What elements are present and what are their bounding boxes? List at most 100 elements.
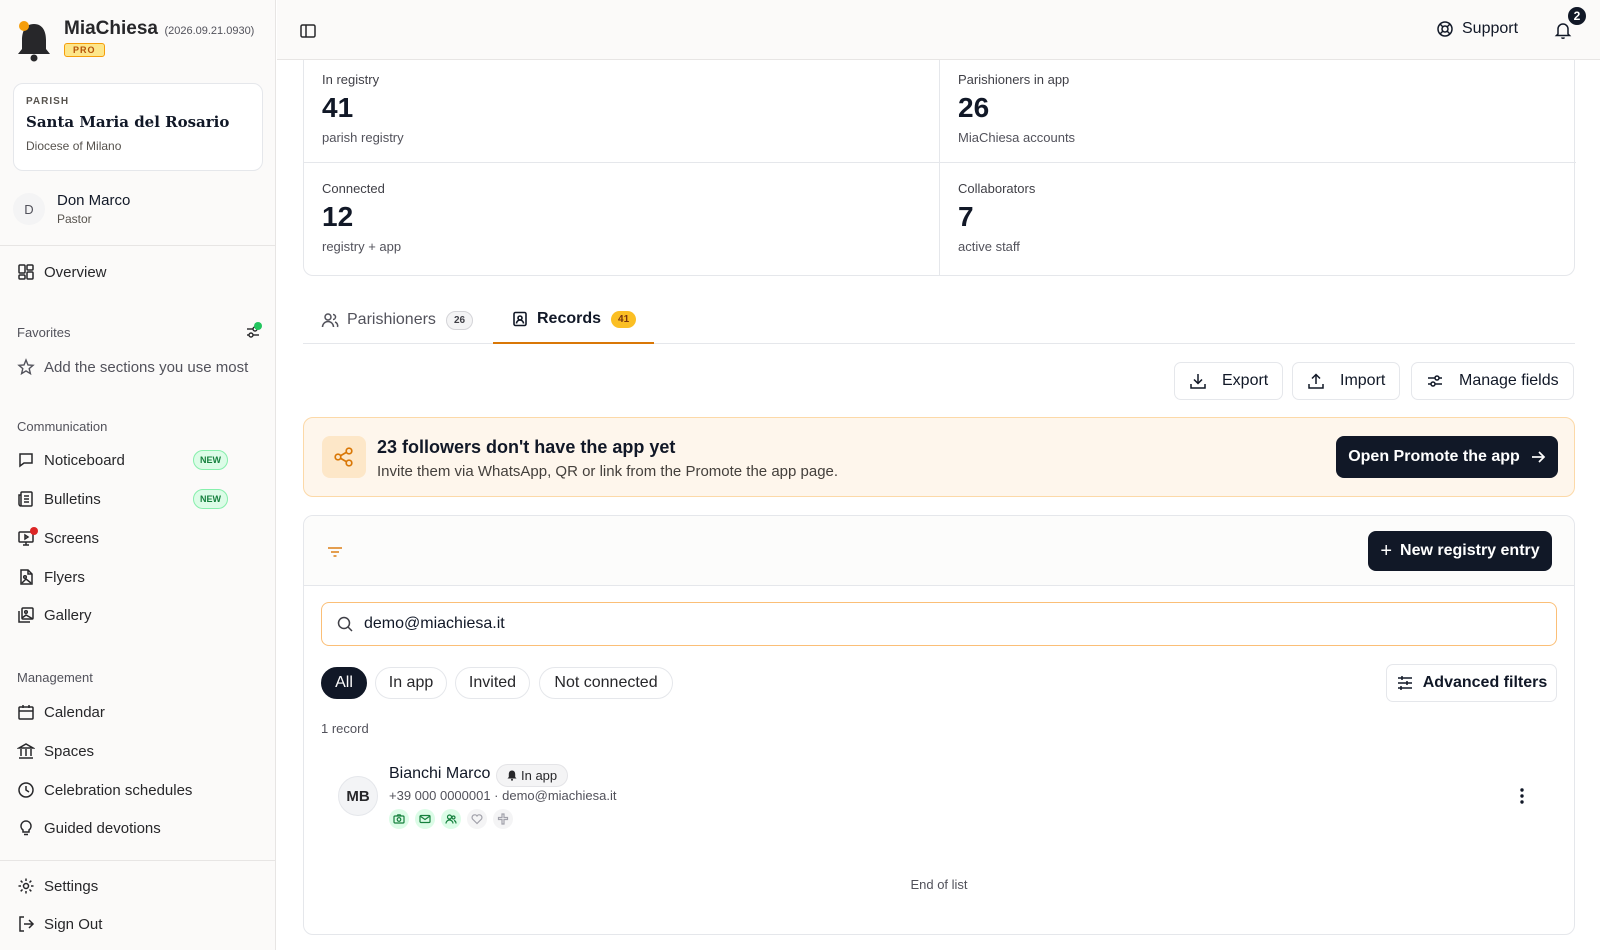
stat-value: 12 <box>322 201 354 232</box>
user-profile[interactable]: D Don Marco Pastor <box>13 192 130 226</box>
share-icon <box>322 436 366 478</box>
sliders-horizontal-icon <box>1396 674 1423 692</box>
layout-dashboard-icon <box>17 263 35 281</box>
lightbulb-icon <box>17 819 35 837</box>
list-toolbar: + New registry entry <box>304 516 1574 586</box>
new-badge: NEW <box>193 450 228 470</box>
tab-label: Records <box>537 310 602 327</box>
new-registry-entry-button[interactable]: + New registry entry <box>1368 531 1552 571</box>
sidebar-item-label: Gallery <box>44 606 92 624</box>
sidebar-item-label: Calendar <box>44 703 105 721</box>
new-badge: NEW <box>193 489 228 509</box>
sidebar-item-bulletins[interactable]: Bulletins NEW <box>17 486 262 512</box>
camera-icon <box>389 809 409 829</box>
file-image-icon <box>17 568 35 586</box>
export-label: Export <box>1222 372 1269 389</box>
registry-list-card: + New registry entry All In app Invited … <box>303 515 1575 935</box>
stat-subtitle: MiaChiesa accounts <box>958 130 1076 145</box>
record-contact: +39 000 0000001 · demo@miachiesa.it <box>389 788 617 803</box>
search-field[interactable] <box>321 602 1557 646</box>
manage-fields-button[interactable]: Manage fields <box>1411 362 1574 400</box>
tab-parishioners[interactable]: Parishioners 26 <box>321 296 481 344</box>
tabs: Parishioners 26 Records 41 <box>303 296 1575 344</box>
sidebar-item-spaces[interactable]: Spaces <box>17 738 262 764</box>
open-promote-app-button[interactable]: Open Promote the app <box>1336 436 1558 478</box>
users-icon <box>441 809 461 829</box>
parish-card[interactable]: PARISH Santa Maria del Rosario Diocese o… <box>13 83 263 171</box>
filter-icon[interactable] <box>326 543 344 561</box>
sidebar-item-calendar[interactable]: Calendar <box>17 699 262 725</box>
tab-label: Parishioners <box>347 311 436 328</box>
life-buoy-icon <box>1436 20 1462 38</box>
support-label: Support <box>1462 20 1519 37</box>
sidebar-item-flyers[interactable]: Flyers <box>17 564 262 590</box>
record-count: 1 record <box>321 721 369 736</box>
more-vertical-icon[interactable] <box>1513 786 1531 806</box>
heart-icon <box>467 809 487 829</box>
user-name: Don Marco <box>57 192 131 209</box>
export-button[interactable]: Export <box>1174 362 1284 400</box>
record-status-icons <box>389 809 519 829</box>
sidebar-divider <box>0 860 275 861</box>
promote-app-banner: 23 followers don't have the app yet Invi… <box>303 417 1575 497</box>
stat-subtitle: parish registry <box>322 130 404 145</box>
app-name: MiaChiesa <box>64 18 158 39</box>
promo-title: 23 followers don't have the app yet <box>377 437 676 457</box>
filter-chip-in-app[interactable]: In app <box>375 667 447 699</box>
favorites-placeholder-text: Add the sections you use most <box>44 358 249 376</box>
stat-label: Parishioners in app <box>958 72 1070 87</box>
favorites-placeholder[interactable]: Add the sections you use most <box>17 354 262 380</box>
brand[interactable]: MiaChiesa (2026.09.21.0930) PRO <box>14 18 254 64</box>
stat-collaborators: Collaborators 7 active staff <box>940 169 1576 277</box>
table-row[interactable]: MB Bianchi Marco In app +39 000 0000001 … <box>321 754 1557 838</box>
newspaper-icon <box>17 490 35 508</box>
sidebar-toggle-icon[interactable] <box>299 22 317 40</box>
mail-icon <box>415 809 435 829</box>
plus-icon: + <box>1380 539 1393 562</box>
support-button[interactable]: Support <box>1436 20 1518 38</box>
sidebar-item-label: Noticeboard <box>44 451 125 469</box>
sign-out-button[interactable]: Sign Out <box>17 911 262 937</box>
sidebar-item-overview[interactable]: Overview <box>17 259 262 285</box>
sidebar-item-label: Celebration schedules <box>44 781 193 799</box>
avatar: MB <box>338 776 378 816</box>
import-button[interactable]: Import <box>1292 362 1401 400</box>
communication-heading: Communication <box>17 419 108 434</box>
tab-records[interactable]: Records 41 <box>493 296 655 344</box>
parish-kicker: PARISH <box>26 96 70 107</box>
sidebar-item-label: Settings <box>44 877 99 895</box>
search-input[interactable] <box>364 615 1464 633</box>
calendar-icon <box>17 703 35 721</box>
sidebar-item-gallery[interactable]: Gallery <box>17 602 262 628</box>
edit-favorites-icon[interactable] <box>245 322 262 340</box>
record-name: Bianchi Marco <box>389 765 491 782</box>
stat-value: 41 <box>322 92 354 123</box>
log-out-icon <box>17 915 35 933</box>
stat-connected: Connected 12 registry + app <box>304 169 940 277</box>
sidebar-item-label: Flyers <box>44 568 85 586</box>
filter-chip-all[interactable]: All <box>321 667 367 699</box>
sidebar-item-settings[interactable]: Settings <box>17 873 262 899</box>
sidebar-item-celebration-schedules[interactable]: Celebration schedules <box>17 777 262 803</box>
sidebar-item-label: Guided devotions <box>44 819 161 837</box>
bell-small-icon <box>507 770 517 781</box>
filter-chip-invited[interactable]: Invited <box>455 667 530 699</box>
advanced-filters-button[interactable]: Advanced filters <box>1386 664 1557 702</box>
landmark-icon <box>17 742 35 760</box>
favorites-heading: Favorites <box>17 325 71 340</box>
notification-count-badge: 2 <box>1566 5 1588 27</box>
sidebar-item-screens[interactable]: Screens <box>17 525 262 551</box>
pro-badge: PRO <box>64 43 105 57</box>
sidebar-item-guided-devotions[interactable]: Guided devotions <box>17 815 262 841</box>
search-icon <box>336 615 354 633</box>
sidebar-item-noticeboard[interactable]: Noticeboard NEW <box>17 447 262 473</box>
in-app-badge: In app <box>496 764 569 787</box>
stat-label: In registry <box>322 72 380 87</box>
filter-chip-not-connected[interactable]: Not connected <box>539 667 673 699</box>
avatar: D <box>13 193 45 225</box>
stat-in-registry: In registry 41 parish registry <box>304 60 940 168</box>
users-icon <box>321 311 347 329</box>
user-role: Pastor <box>57 212 92 226</box>
message-square-icon <box>17 451 35 469</box>
promo-cta-label: Open Promote the app <box>1348 448 1520 465</box>
